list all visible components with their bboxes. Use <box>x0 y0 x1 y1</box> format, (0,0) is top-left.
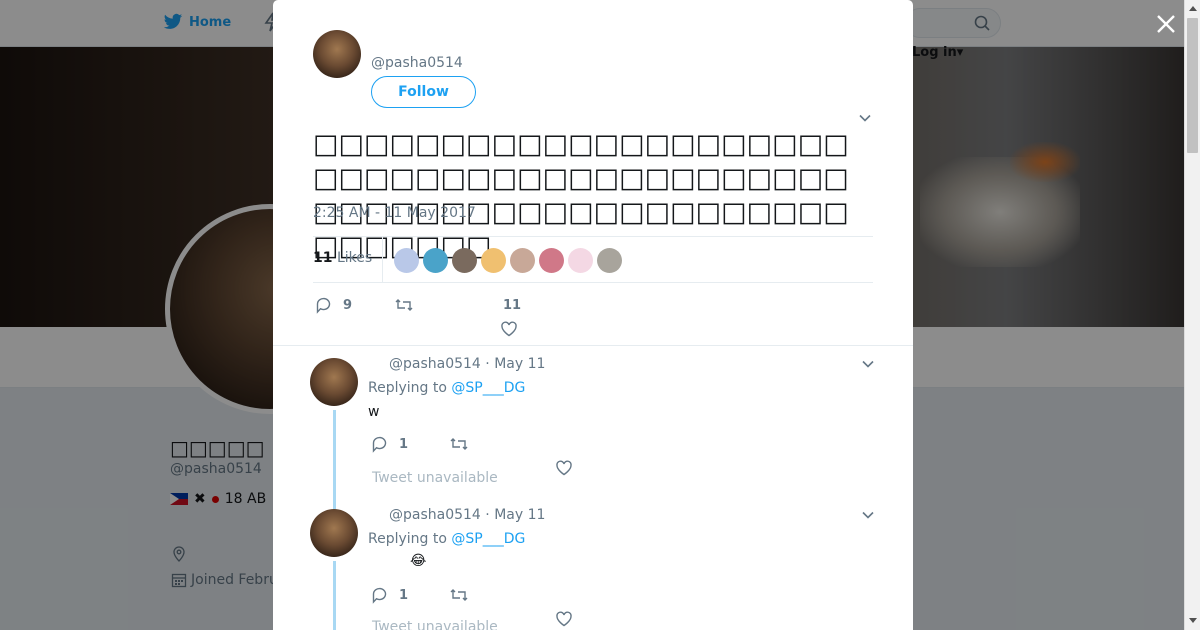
likes-summary: 11 Likes <box>313 236 873 283</box>
reply-count: 1 <box>399 436 409 452</box>
reply-count: 9 <box>343 297 353 313</box>
retweet-action[interactable] <box>450 435 468 453</box>
liker-avatar[interactable] <box>394 248 419 273</box>
reply-handle-date[interactable]: @pasha0514 · May 11 <box>389 356 545 372</box>
replying-prefix: Replying to <box>368 531 447 547</box>
replying-to-link[interactable]: @SP___DG <box>451 380 525 396</box>
retweet-icon <box>450 438 468 450</box>
like-count-action[interactable]: 11 <box>503 298 521 313</box>
heart-icon <box>556 611 572 627</box>
scroll-down-arrow-icon[interactable] <box>1189 618 1197 623</box>
heart-icon <box>556 460 572 476</box>
liker-avatar[interactable] <box>423 248 448 273</box>
close-icon[interactable] <box>1154 12 1178 36</box>
liker-avatar[interactable] <box>539 248 564 273</box>
like-action[interactable] <box>555 459 573 477</box>
retweet-icon <box>395 299 413 311</box>
tweet-unavailable: Tweet unavailable <box>372 470 498 486</box>
chevron-down-icon[interactable] <box>862 358 874 370</box>
like-count: 11 <box>503 298 522 313</box>
reply-avatar[interactable] <box>310 358 358 406</box>
tweet-timestamp[interactable]: 2:25 AM - 11 May 2017 <box>313 205 476 221</box>
liker-avatar[interactable] <box>452 248 477 273</box>
likes-divider <box>382 237 383 283</box>
liker-avatar[interactable] <box>597 248 622 273</box>
reply-text: w <box>368 404 380 420</box>
replying-to: Replying to @SP___DG <box>368 380 525 396</box>
page-scrollbar[interactable] <box>1184 0 1200 630</box>
scroll-up-arrow-icon[interactable] <box>1189 6 1197 11</box>
scroll-thumb[interactable] <box>1187 18 1198 153</box>
reply-icon <box>316 297 331 314</box>
likes-number: 11 <box>313 250 333 266</box>
liker-avatar[interactable] <box>481 248 506 273</box>
reply-action[interactable]: 9 <box>315 296 352 314</box>
like-action[interactable] <box>555 610 573 628</box>
retweet-icon <box>450 589 468 601</box>
likes-label: Likes <box>336 250 373 266</box>
liker-avatar[interactable] <box>510 248 535 273</box>
liker-avatar[interactable] <box>568 248 593 273</box>
chevron-down-icon[interactable] <box>859 112 871 124</box>
replying-to: Replying to @SP___DG <box>368 531 525 547</box>
thread-line <box>333 561 336 630</box>
reply-text: 😂 <box>410 553 427 569</box>
heart-icon <box>501 321 517 337</box>
retweet-action[interactable] <box>450 586 468 604</box>
likes-count-link[interactable]: 11 Likes <box>313 250 372 266</box>
reply-handle-date[interactable]: @pasha0514 · May 11 <box>389 507 545 523</box>
reply-count: 1 <box>399 587 409 603</box>
tweet-author-handle[interactable]: @pasha0514 <box>371 55 463 71</box>
follow-button[interactable]: Follow <box>371 76 476 108</box>
tweet-unavailable: Tweet unavailable <box>372 619 498 630</box>
reply-avatar[interactable] <box>310 509 358 557</box>
replying-prefix: Replying to <box>368 380 447 396</box>
retweet-action[interactable] <box>395 296 413 314</box>
reply-icon <box>372 587 387 604</box>
reply-action[interactable]: 1 <box>371 435 408 453</box>
modal-divider <box>273 345 913 346</box>
tweet-modal: @pasha0514 Follow □□□□□□□□□□□□□□□□□□□□□□… <box>273 0 913 630</box>
tweet-author-avatar[interactable] <box>313 30 361 78</box>
reply-icon <box>372 436 387 453</box>
chevron-down-icon[interactable] <box>862 509 874 521</box>
reply-action[interactable]: 1 <box>371 586 408 604</box>
replying-to-link[interactable]: @SP___DG <box>451 531 525 547</box>
like-action[interactable] <box>500 320 518 338</box>
